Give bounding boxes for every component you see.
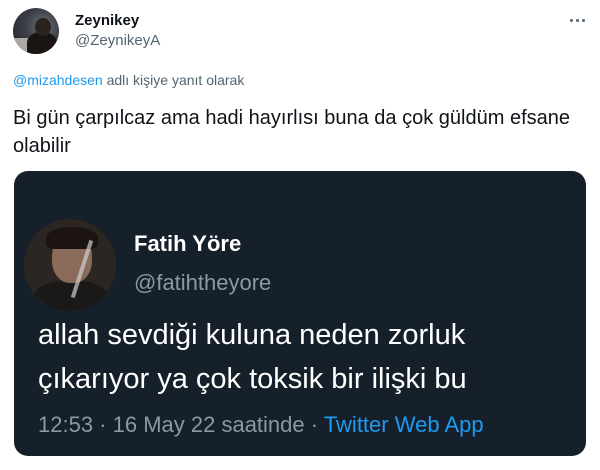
- reply-mention-link[interactable]: @mizahdesen: [13, 72, 103, 88]
- more-horizontal-icon[interactable]: [568, 10, 588, 30]
- quoted-tweet-date: 16 May 22 saatinde: [112, 412, 305, 437]
- meta-separator: ·: [304, 412, 324, 437]
- quoted-author-name: Fatih Yöre: [134, 231, 242, 256]
- quoted-tweet-image[interactable]: Fatih Yöre @fatihtheyore allah sevdiği k…: [14, 171, 586, 456]
- avatar-head-shape: [35, 18, 51, 36]
- author-name[interactable]: Zeynikey: [75, 12, 139, 29]
- quoted-avatar: [24, 219, 116, 311]
- tweet-header: Zeynikey @ZeynikeyA: [13, 8, 588, 54]
- quoted-tweet-meta: 12:53 · 16 May 22 saatinde · Twitter Web…: [38, 412, 484, 438]
- quoted-author-handle: @fatihtheyore: [134, 270, 272, 295]
- quoted-tweet-source: Twitter Web App: [323, 412, 484, 437]
- author-handle[interactable]: @ZeynikeyA: [75, 32, 160, 49]
- reply-context-label: adlı kişiye yanıt olarak: [102, 72, 245, 88]
- reply-context: @mizahdesen adlı kişiye yanıt olarak: [13, 72, 244, 88]
- quoted-tweet-text: allah sevdiği kuluna neden zorluk çıkarı…: [38, 319, 467, 395]
- avatar[interactable]: [13, 8, 59, 54]
- meta-separator: ·: [93, 412, 113, 437]
- quoted-tweet-time: 12:53: [38, 412, 94, 437]
- tweet-text: Bi gün çarpılcaz ama hadi hayırlısı buna…: [13, 107, 570, 157]
